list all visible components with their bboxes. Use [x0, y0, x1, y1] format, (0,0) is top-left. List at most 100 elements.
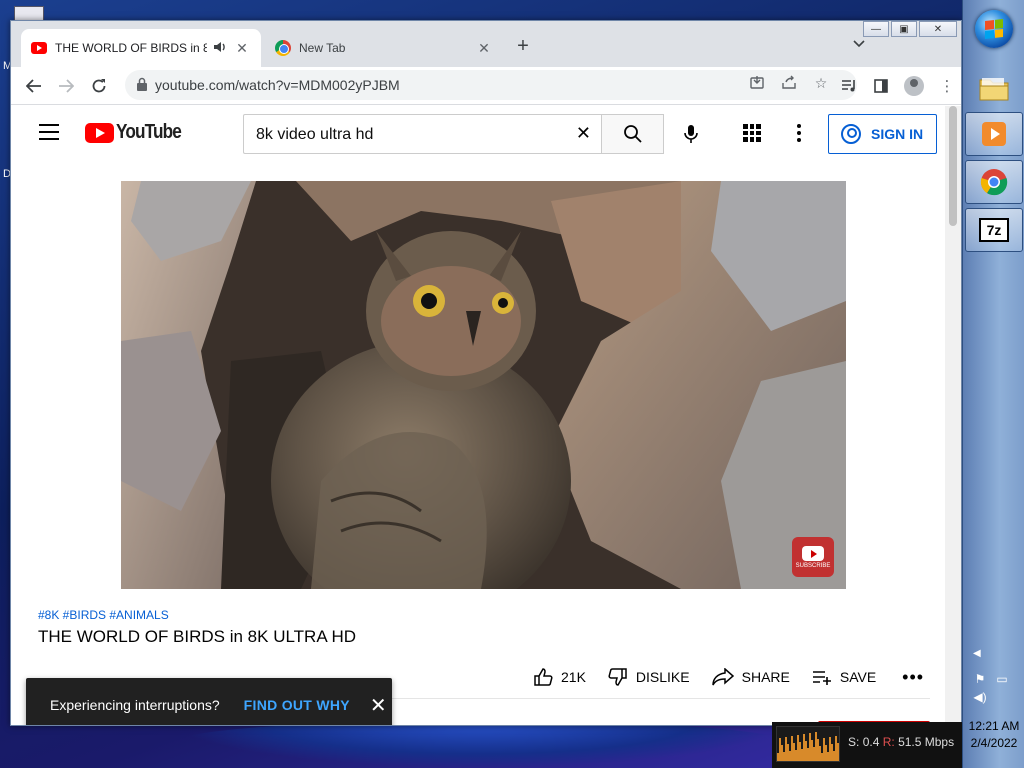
close-tab-icon[interactable]: ✕ [233, 40, 251, 57]
subscribe-watermark-label: SUBSCRIBE [795, 562, 831, 569]
search-icon [623, 125, 642, 143]
bookmark-star-icon[interactable]: ☆ [811, 75, 831, 92]
tab-title: New Tab [299, 41, 346, 55]
network-monitor: S: 0.4 R: 51.5 Mbps [772, 722, 962, 768]
system-tray: ⚑ ▭ ◀) [971, 672, 1017, 704]
youtube-page: YouTube 8k video ultra hd ✕ SIGN IN SUBS… [11, 106, 947, 725]
7zip-label: 7z [986, 222, 1002, 238]
speaker-icon[interactable] [213, 41, 227, 56]
youtube-play-icon [802, 545, 824, 561]
send-label: S: [848, 735, 860, 749]
video-actions: 21K DISLIKE SHARE SAVE ••• [533, 659, 924, 695]
7zip-icon: 7z [979, 218, 1009, 242]
install-app-icon[interactable] [747, 75, 767, 92]
back-arrow-icon[interactable] [21, 73, 47, 99]
video-player[interactable]: SUBSCRIBE [121, 181, 846, 589]
tab-strip: THE WORLD OF BIRDS in 8K ✕ New Tab ✕ + —… [11, 21, 961, 67]
sign-in-button[interactable]: SIGN IN [828, 114, 937, 154]
taskbar: 7z ◀ ⚑ ▭ ◀) 12:21 AM 2/4/2022 [962, 0, 1024, 768]
clear-search-icon[interactable]: ✕ [576, 123, 591, 144]
clock-time: 12:21 AM [968, 719, 1020, 733]
side-panel-icon[interactable] [869, 73, 893, 99]
video-frame-owl [121, 181, 846, 589]
minimize-icon[interactable]: — [863, 21, 889, 37]
taskbar-7zip[interactable]: 7z [965, 208, 1023, 252]
interruptions-toast: Experiencing interruptions? FIND OUT WHY… [26, 678, 392, 725]
hamburger-menu-icon[interactable] [39, 124, 59, 140]
network-icon[interactable]: ▭ [993, 672, 1011, 686]
new-tab-plus-icon[interactable]: + [511, 35, 535, 58]
window-controls: — ▣ ✕ [861, 21, 957, 37]
window-close-icon[interactable]: ✕ [919, 21, 957, 37]
like-button[interactable]: 21K [533, 667, 586, 687]
taskbar-file-explorer[interactable] [965, 66, 1023, 110]
share-page-icon[interactable] [779, 75, 799, 92]
network-graph-bar [839, 750, 840, 761]
settings-kebab-icon[interactable] [797, 124, 801, 142]
chrome-window: THE WORLD OF BIRDS in 8K ✕ New Tab ✕ + —… [10, 20, 962, 726]
save-label: SAVE [839, 669, 877, 685]
voice-search-mic-icon[interactable] [679, 122, 703, 146]
start-button[interactable] [975, 10, 1013, 48]
url-text: youtube.com/watch?v=MDM002yPJBM [155, 77, 400, 93]
volume-icon[interactable]: ◀) [971, 690, 989, 704]
tab-search-chevron-icon[interactable] [853, 37, 865, 51]
reload-icon[interactable] [86, 73, 112, 99]
close-tab-icon[interactable]: ✕ [475, 40, 493, 57]
youtube-favicon-icon [31, 42, 47, 54]
address-bar[interactable]: youtube.com/watch?v=MDM002yPJBM ☆ [125, 70, 857, 100]
account-icon [841, 124, 861, 144]
more-actions-icon[interactable]: ••• [902, 667, 924, 688]
youtube-play-icon [85, 122, 114, 143]
save-button[interactable]: SAVE [812, 669, 876, 685]
network-speed-text: S: 0.4 R: 51.5 Mbps [848, 735, 954, 749]
taskbar-chrome[interactable] [965, 160, 1023, 204]
thumbs-down-icon [608, 668, 627, 686]
lock-icon [137, 77, 147, 91]
share-button[interactable]: SHARE [711, 668, 790, 686]
tab-title: THE WORLD OF BIRDS in 8K [55, 41, 207, 55]
search-input[interactable]: 8k video ultra hd ✕ [243, 114, 601, 154]
search-query: 8k video ultra hd [256, 126, 374, 143]
chrome-menu-icon[interactable]: ⋮ [935, 73, 959, 99]
youtube-logo-text: YouTube [116, 121, 182, 143]
youtube-masthead: YouTube 8k video ultra hd ✕ SIGN IN [11, 106, 947, 162]
chrome-favicon-icon [275, 40, 291, 56]
share-label: SHARE [741, 669, 790, 685]
dislike-label: DISLIKE [635, 669, 690, 685]
dislike-button[interactable]: DISLIKE [608, 667, 690, 687]
close-toast-icon[interactable]: ✕ [370, 693, 387, 718]
clock-date: 2/4/2022 [970, 736, 1018, 750]
windows-flag-icon [985, 19, 1003, 39]
recv-value: 51.5 Mbps [898, 735, 955, 749]
find-out-why-link[interactable]: FIND OUT WHY [244, 697, 350, 713]
profile-avatar[interactable] [902, 73, 926, 99]
toast-message: Experiencing interruptions? [50, 697, 220, 713]
page-scrollbar[interactable] [945, 106, 961, 725]
apps-grid-icon[interactable] [743, 124, 761, 142]
media-player-icon [982, 122, 1006, 146]
network-graph [776, 726, 840, 762]
share-arrow-icon [711, 668, 734, 686]
tab-new-tab[interactable]: New Tab ✕ [265, 29, 503, 67]
browser-toolbar: youtube.com/watch?v=MDM002yPJBM ☆ ⋮ [11, 67, 961, 105]
desktop-wallpaper-wave [170, 720, 790, 768]
taskbar-media-player[interactable] [965, 112, 1023, 156]
subscribe-watermark[interactable]: SUBSCRIBE [792, 537, 834, 577]
forward-arrow-icon[interactable] [53, 73, 79, 99]
thumbs-up-icon [534, 668, 553, 686]
tab-youtube[interactable]: THE WORLD OF BIRDS in 8K ✕ [21, 29, 261, 67]
media-control-icon[interactable] [837, 73, 861, 99]
search-button[interactable] [601, 114, 664, 154]
scrollbar-thumb[interactable] [949, 106, 957, 226]
youtube-logo[interactable]: YouTube [85, 121, 192, 144]
folder-icon [979, 78, 1009, 101]
show-hidden-icons-arrow[interactable]: ◀ [973, 648, 981, 659]
like-count: 21K [561, 669, 586, 685]
sign-in-label: SIGN IN [871, 126, 924, 142]
video-hashtags[interactable]: #8K #BIRDS #ANIMALS [38, 608, 169, 622]
recv-label: R: [882, 735, 895, 749]
action-center-flag-icon[interactable]: ⚑ [971, 672, 989, 686]
restore-icon[interactable]: ▣ [891, 21, 917, 37]
taskbar-clock[interactable]: 12:21 AM 2/4/2022 [963, 718, 1024, 752]
